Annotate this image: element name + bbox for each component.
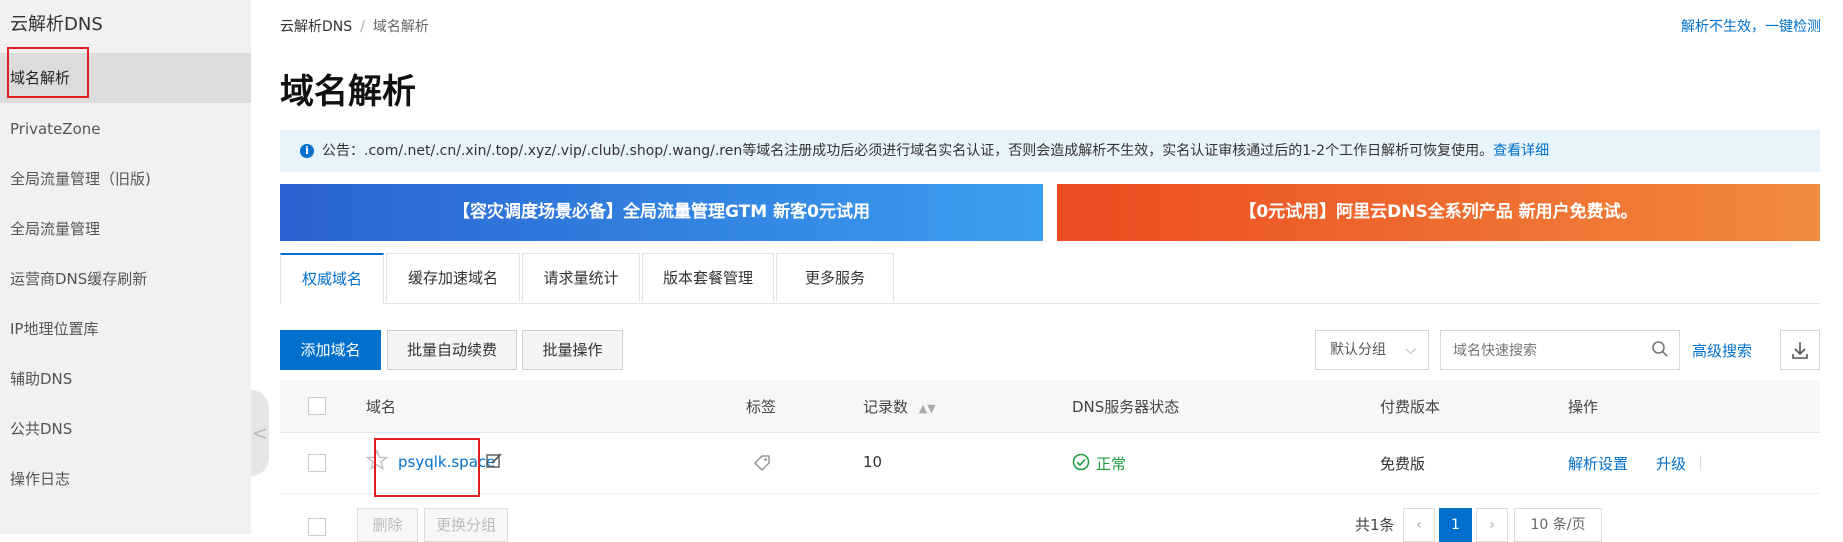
sidebar-item-ip-geo[interactable]: IP地理位置库	[0, 304, 251, 354]
domain-link[interactable]: psyqlk.space	[398, 453, 495, 471]
sidebar-collapse-handle[interactable]: <	[251, 390, 269, 476]
one-click-check-link[interactable]: 解析不生效，一键检测	[1681, 16, 1821, 36]
tab-request-stats[interactable]: 请求量统计	[522, 253, 640, 302]
domain-search-input[interactable]	[1441, 331, 1655, 369]
sidebar-item-gtm-legacy[interactable]: 全局流量管理（旧版)	[0, 154, 251, 204]
record-count: 10	[863, 453, 883, 471]
next-page-button[interactable]: ›	[1476, 508, 1508, 542]
tab-authoritative-domains[interactable]: 权威域名	[280, 253, 384, 304]
add-domain-button[interactable]: 添加域名	[280, 330, 381, 370]
sort-icon[interactable]: ▲▼	[919, 402, 936, 415]
resolution-settings-link[interactable]: 解析设置	[1568, 453, 1628, 474]
sidebar-item-isp-cache-refresh[interactable]: 运营商DNS缓存刷新	[0, 254, 251, 304]
sidebar: 云解析DNS 域名解析 PrivateZone 全局流量管理（旧版) 全局流量管…	[0, 0, 251, 534]
group-select-value: 默认分组	[1330, 342, 1386, 358]
sidebar-item-domain-resolution[interactable]: 域名解析	[0, 53, 251, 103]
footer-select-checkbox[interactable]	[308, 518, 326, 536]
column-header-tag: 标签	[746, 398, 777, 416]
search-icon[interactable]	[1651, 340, 1669, 362]
upgrade-link[interactable]: 升级	[1656, 453, 1686, 474]
page-size-select[interactable]: 10 条/页	[1514, 508, 1602, 542]
tab-plan-management[interactable]: 版本套餐管理	[642, 253, 774, 302]
advanced-search-link[interactable]: 高级搜索	[1692, 340, 1752, 361]
chevron-left-icon: ‹	[1416, 517, 1422, 533]
batch-renew-button[interactable]: 批量自动续费	[387, 330, 517, 370]
batch-operation-button[interactable]: 批量操作	[522, 330, 623, 370]
tab-bar: 权威域名 缓存加速域名 请求量统计 版本套餐管理 更多服务	[280, 253, 1820, 304]
domain-search	[1440, 330, 1680, 370]
dns-status-text: 正常	[1096, 455, 1127, 473]
operation-separator: |	[1698, 453, 1704, 471]
delete-button[interactable]: 删除	[357, 508, 418, 542]
page-number-current[interactable]: 1	[1439, 508, 1472, 542]
breadcrumb: 云解析DNS / 域名解析	[280, 16, 429, 36]
sidebar-item-public-dns[interactable]: 公共DNS	[0, 404, 251, 454]
table-row: psyqlk.space 10 正常 免费版 解析设置 升级 |	[280, 433, 1820, 494]
notice-bar: i 公告：.com/.net/.cn/.xin/.top/.xyz/.vip/.c…	[280, 130, 1820, 172]
download-button[interactable]	[1780, 330, 1820, 370]
column-header-records[interactable]: 记录数 ▲▼	[863, 396, 936, 417]
sidebar-item-secondary-dns[interactable]: 辅助DNS	[0, 354, 251, 404]
group-select[interactable]: 默认分组 ⌵	[1315, 330, 1429, 370]
select-all-checkbox[interactable]	[308, 397, 326, 415]
column-header-records-label: 记录数	[863, 398, 909, 416]
chevron-down-icon: ⌵	[1405, 342, 1416, 358]
row-checkbox[interactable]	[308, 454, 326, 472]
main-content: 云解析DNS / 域名解析 解析不生效，一键检测 域名解析 i 公告：.com/.ne…	[280, 0, 1843, 542]
info-icon: i	[300, 144, 314, 158]
prev-page-button[interactable]: ‹	[1403, 508, 1435, 542]
edit-icon[interactable]	[485, 452, 503, 474]
tab-cache-acceleration[interactable]: 缓存加速域名	[386, 253, 520, 302]
sidebar-item-gtm[interactable]: 全局流量管理	[0, 204, 251, 254]
page-title: 域名解析	[280, 72, 416, 112]
sidebar-item-operation-log[interactable]: 操作日志	[0, 454, 251, 504]
tab-more-services[interactable]: 更多服务	[776, 253, 894, 302]
notice-details-link[interactable]: 查看详细	[1493, 143, 1549, 159]
column-header-domain: 域名	[366, 398, 397, 416]
star-icon[interactable]	[365, 449, 389, 475]
check-circle-icon	[1072, 453, 1090, 475]
total-count: 共1条	[1355, 516, 1395, 534]
column-header-dns-status: DNS服务器状态	[1072, 398, 1180, 416]
chevron-right-icon: ›	[1489, 517, 1495, 533]
banner-gtm[interactable]: 【容灾调度场景必备】全局流量管理GTM 新客0元试用	[280, 184, 1043, 241]
breadcrumb-current: 域名解析	[372, 19, 429, 35]
sidebar-title: 云解析DNS	[10, 14, 103, 35]
tag-icon[interactable]	[752, 453, 772, 477]
column-header-edition: 付费版本	[1380, 398, 1441, 416]
notice-text: 公告：.com/.net/.cn/.xin/.top/.xyz/.vip/.cl…	[322, 143, 1494, 159]
breadcrumb-root[interactable]: 云解析DNS	[280, 19, 352, 35]
change-group-button[interactable]: 更换分组	[424, 508, 508, 542]
page-size-value: 10 条/页	[1530, 517, 1586, 533]
edition-text: 免费版	[1380, 455, 1426, 473]
banner-dns-trial[interactable]: 【0元试用】阿里云DNS全系列产品 新用户免费试。	[1057, 184, 1820, 241]
column-header-operations: 操作	[1568, 398, 1599, 416]
breadcrumb-separator: /	[360, 19, 365, 35]
sidebar-item-privatezone[interactable]: PrivateZone	[0, 104, 251, 154]
download-icon	[1790, 342, 1810, 373]
table-header: 域名 标签 记录数 ▲▼ DNS服务器状态 付费版本 操作	[280, 380, 1820, 433]
